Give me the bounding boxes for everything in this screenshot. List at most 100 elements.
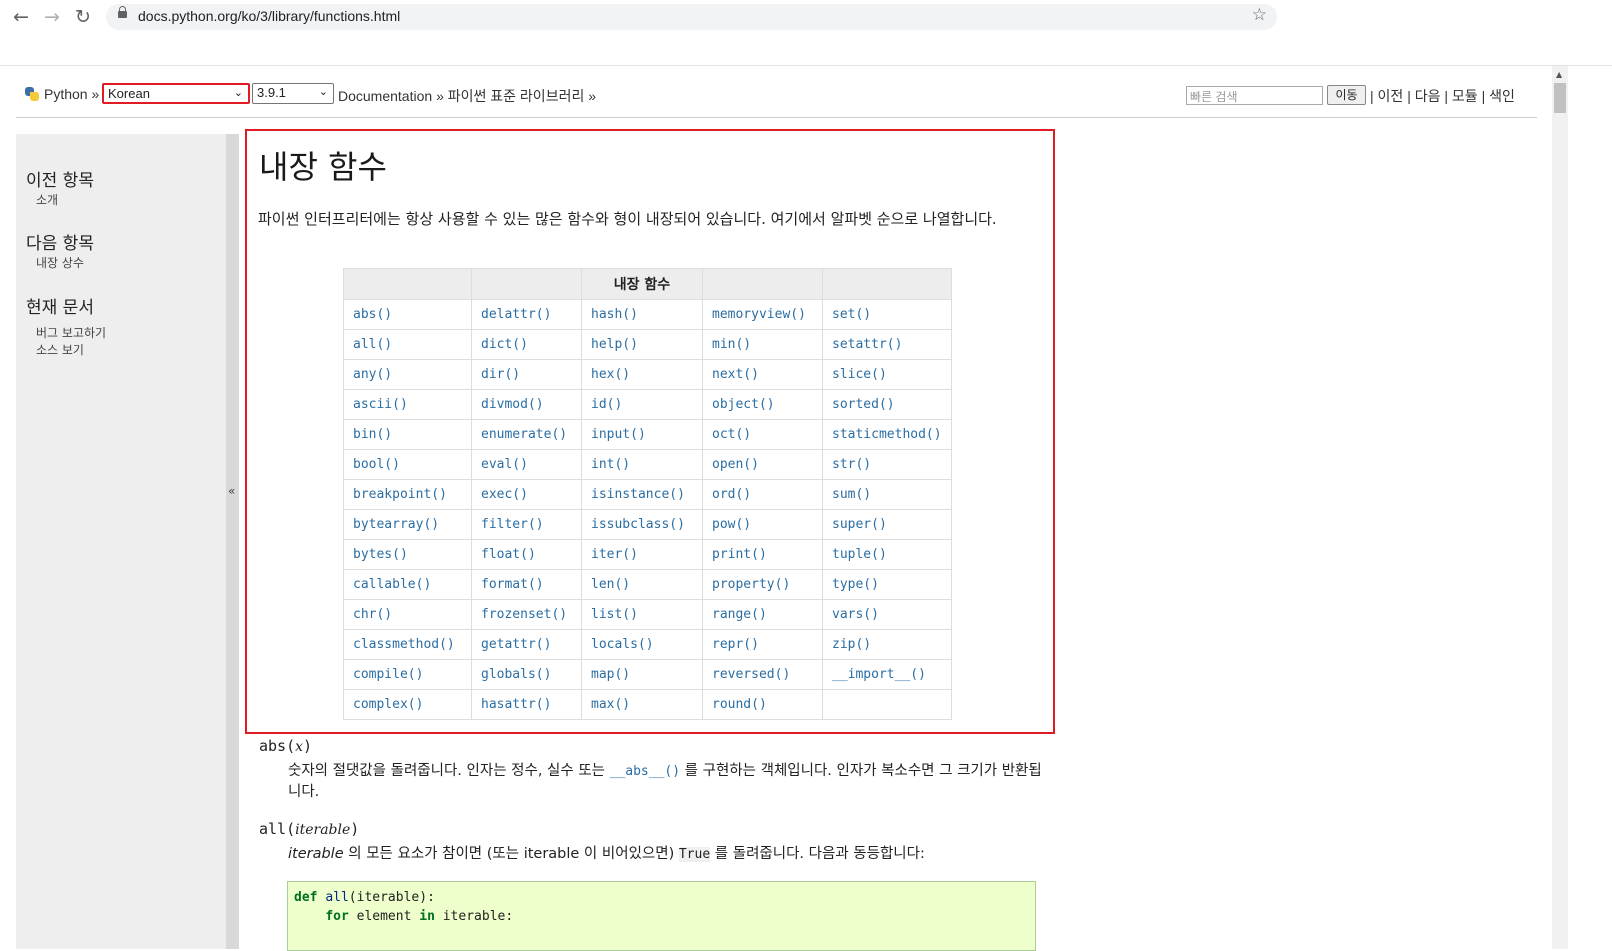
function-link[interactable]: zip() xyxy=(832,637,871,652)
function-link[interactable]: help() xyxy=(591,337,638,352)
quick-search-input[interactable]: 빠른 검색 xyxy=(1186,86,1323,105)
function-link[interactable]: type() xyxy=(832,577,879,592)
next-topic-heading: 다음 항목 xyxy=(26,234,94,254)
function-link[interactable]: ord() xyxy=(712,487,751,502)
prev-topic-link[interactable]: 소개 xyxy=(36,191,58,208)
function-link[interactable]: filter() xyxy=(481,517,544,532)
next-link[interactable]: 다음 xyxy=(1415,88,1441,104)
function-link[interactable]: locals() xyxy=(591,637,654,652)
search-go-button[interactable]: 이동 xyxy=(1327,85,1366,105)
function-link[interactable]: input() xyxy=(591,427,646,442)
reload-icon[interactable]: ↻ xyxy=(72,6,94,28)
function-link[interactable]: ascii() xyxy=(353,397,408,412)
function-link[interactable]: bytes() xyxy=(353,547,408,562)
scroll-up-icon[interactable]: ▲ xyxy=(1556,70,1562,79)
function-link[interactable]: abs() xyxy=(353,307,392,322)
back-icon[interactable]: ← xyxy=(10,6,32,28)
function-link[interactable]: staticmethod() xyxy=(832,427,942,442)
bookmark-star-icon[interactable]: ☆ xyxy=(1252,5,1267,25)
function-link[interactable]: compile() xyxy=(353,667,423,682)
function-link[interactable]: callable() xyxy=(353,577,431,592)
next-topic-link[interactable]: 내장 상수 xyxy=(36,254,84,271)
version-select[interactable]: 3.9.1 ⌄ xyxy=(252,83,334,104)
table-cell: classmethod() xyxy=(343,629,472,660)
function-link[interactable]: globals() xyxy=(481,667,551,682)
function-link[interactable]: max() xyxy=(591,697,630,712)
function-link[interactable]: repr() xyxy=(712,637,759,652)
bug-report-link[interactable]: 버그 보고하기 xyxy=(36,324,106,341)
function-link[interactable]: open() xyxy=(712,457,759,472)
address-bar[interactable]: docs.python.org/ko/3/library/functions.h… xyxy=(106,4,1277,30)
function-link[interactable]: classmethod() xyxy=(353,637,455,652)
documentation-link[interactable]: Documentation xyxy=(338,88,432,104)
function-link[interactable]: list() xyxy=(591,607,638,622)
function-link[interactable]: dir() xyxy=(481,367,520,382)
function-link[interactable]: hasattr() xyxy=(481,697,551,712)
function-link[interactable]: hex() xyxy=(591,367,630,382)
function-link[interactable]: object() xyxy=(712,397,775,412)
function-link[interactable]: memoryview() xyxy=(712,307,806,322)
function-link[interactable]: exec() xyxy=(481,487,528,502)
function-link[interactable]: __import__() xyxy=(832,667,926,682)
function-link[interactable]: hash() xyxy=(591,307,638,322)
function-link[interactable]: id() xyxy=(591,397,622,412)
stdlib-link[interactable]: 파이썬 표준 라이브러리 xyxy=(448,88,585,104)
function-link[interactable]: range() xyxy=(712,607,767,622)
function-link[interactable]: property() xyxy=(712,577,790,592)
function-link[interactable]: next() xyxy=(712,367,759,382)
function-link[interactable]: iter() xyxy=(591,547,638,562)
function-link[interactable]: eval() xyxy=(481,457,528,472)
function-link[interactable]: int() xyxy=(591,457,630,472)
function-link[interactable]: breakpoint() xyxy=(353,487,447,502)
abs-dunder-link[interactable]: __abs__() xyxy=(610,764,680,779)
scrollbar-thumb[interactable] xyxy=(1554,83,1566,113)
function-link[interactable]: float() xyxy=(481,547,536,562)
function-link[interactable]: bytearray() xyxy=(353,517,439,532)
function-link[interactable]: issubclass() xyxy=(591,517,685,532)
function-link[interactable]: reversed() xyxy=(712,667,790,682)
function-link[interactable]: print() xyxy=(712,547,767,562)
function-link[interactable]: delattr() xyxy=(481,307,551,322)
url-text[interactable]: docs.python.org/ko/3/library/functions.h… xyxy=(138,8,400,24)
table-row: ascii() divmod() id() object() sorted() xyxy=(343,389,952,420)
function-link[interactable]: min() xyxy=(712,337,751,352)
index-link[interactable]: 색인 xyxy=(1489,88,1515,104)
function-link[interactable]: sorted() xyxy=(832,397,895,412)
forward-icon[interactable]: → xyxy=(41,6,63,28)
function-link[interactable]: all() xyxy=(353,337,392,352)
function-link[interactable]: slice() xyxy=(832,367,887,382)
function-link[interactable]: map() xyxy=(591,667,630,682)
table-cell: exec() xyxy=(471,479,582,510)
show-source-link[interactable]: 소스 보기 xyxy=(36,341,84,358)
function-link[interactable]: format() xyxy=(481,577,544,592)
modules-link[interactable]: 모듈 xyxy=(1452,88,1478,104)
function-link[interactable]: setattr() xyxy=(832,337,902,352)
function-link[interactable]: sum() xyxy=(832,487,871,502)
sidebar-collapse-button[interactable]: « xyxy=(226,134,239,949)
table-cell: ascii() xyxy=(343,389,472,420)
function-link[interactable]: str() xyxy=(832,457,871,472)
function-link[interactable]: enumerate() xyxy=(481,427,567,442)
function-link[interactable]: vars() xyxy=(832,607,879,622)
function-link[interactable]: divmod() xyxy=(481,397,544,412)
function-link[interactable]: any() xyxy=(353,367,392,382)
function-link[interactable]: len() xyxy=(591,577,630,592)
function-link[interactable]: round() xyxy=(712,697,767,712)
function-link[interactable]: bool() xyxy=(353,457,400,472)
function-link[interactable]: oct() xyxy=(712,427,751,442)
function-link[interactable]: pow() xyxy=(712,517,751,532)
function-link[interactable]: tuple() xyxy=(832,547,887,562)
python-home-link[interactable]: Python xyxy=(44,86,88,102)
function-link[interactable]: bin() xyxy=(353,427,392,442)
function-link[interactable]: complex() xyxy=(353,697,423,712)
function-link[interactable]: set() xyxy=(832,307,871,322)
language-select[interactable]: Korean ⌄ xyxy=(102,83,250,104)
function-link[interactable]: getattr() xyxy=(481,637,551,652)
function-link[interactable]: dict() xyxy=(481,337,528,352)
page-scrollbar[interactable]: ▲ xyxy=(1552,66,1568,949)
function-link[interactable]: frozenset() xyxy=(481,607,567,622)
function-link[interactable]: chr() xyxy=(353,607,392,622)
function-link[interactable]: isinstance() xyxy=(591,487,685,502)
prev-link[interactable]: 이전 xyxy=(1378,88,1404,104)
function-link[interactable]: super() xyxy=(832,517,887,532)
